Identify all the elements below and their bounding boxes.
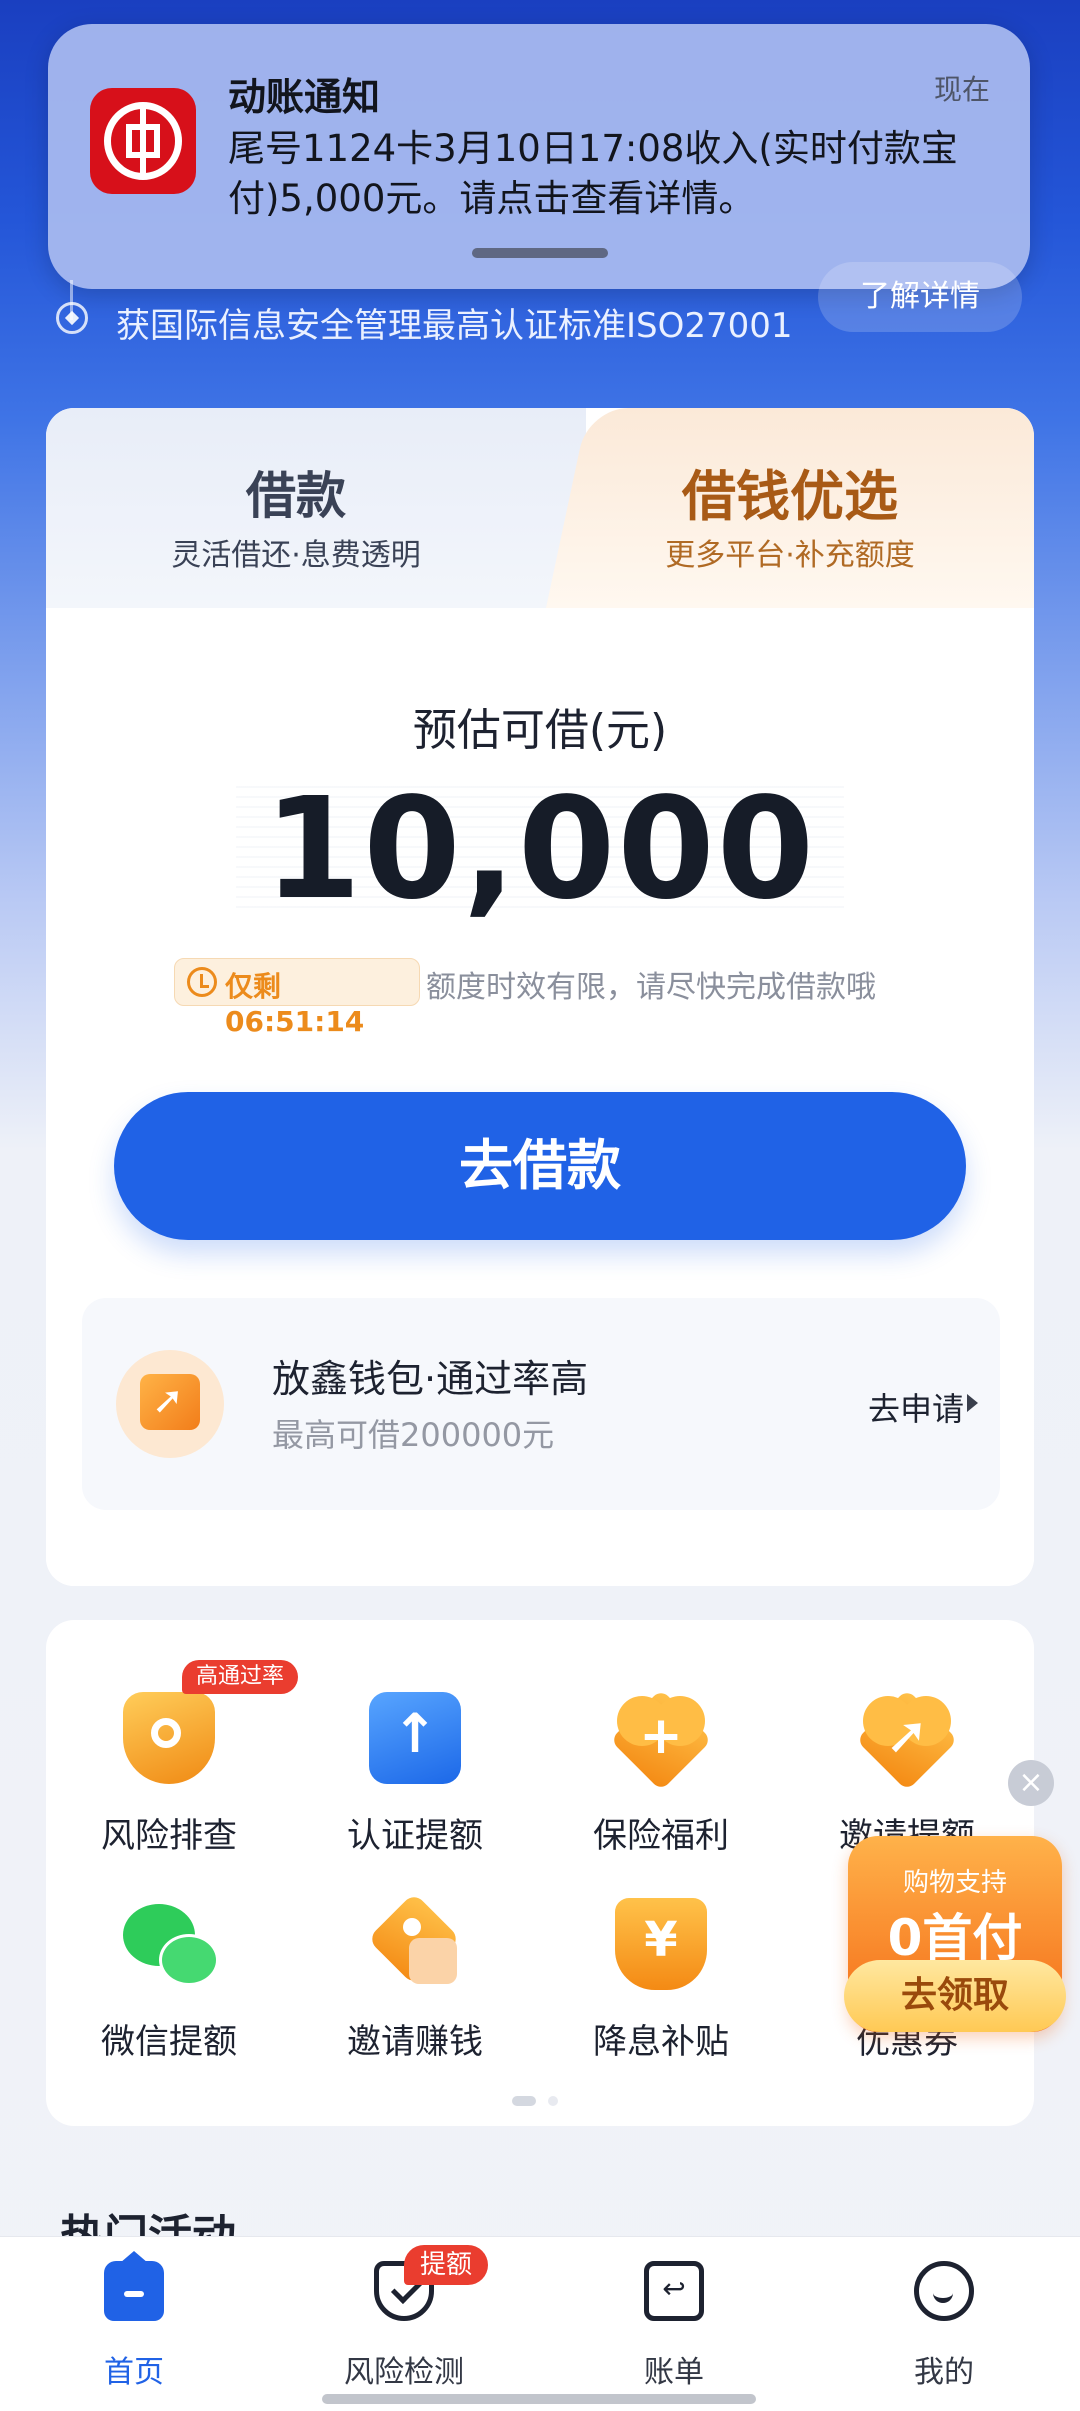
tab-loan-select-title: 借钱优选 — [682, 465, 898, 528]
loan-amount: 10,000 — [263, 768, 817, 931]
service-invite-earn[interactable]: 邀请赚钱 — [292, 1892, 538, 2063]
bank-logo-icon — [90, 88, 196, 194]
invite-tag-icon — [367, 1892, 461, 1990]
service-invite-limit[interactable]: ➚ 邀请提额 — [784, 1689, 1030, 1857]
profile-icon — [914, 2261, 974, 2321]
service-risk-check[interactable]: 风险排查 — [46, 1692, 292, 1857]
alarm-clock-icon — [187, 967, 217, 997]
notification-banner[interactable]: 动账通知 现在 尾号1124卡3月10日17:08收入(实时付款宝付)5,000… — [48, 24, 1030, 289]
promo-subtitle: 最高可借200000元 — [272, 1416, 555, 1454]
tab-loan-title: 借款 — [246, 467, 346, 525]
countdown-badge: 仅剩06:51:14 — [174, 958, 420, 1038]
security-text: 获国际信息安全管理最高认证标准ISO27001 — [116, 306, 793, 346]
nav-home[interactable]: 首页 — [34, 2261, 234, 2391]
apply-link[interactable]: 去申请 — [868, 1384, 964, 1430]
tab-loan-select-subtitle: 更多平台·补充额度 — [665, 538, 915, 573]
yuan-down-icon — [615, 1898, 707, 1990]
service-wechat-limit[interactable]: 微信提额 — [46, 1898, 292, 2063]
upload-arrow-icon — [369, 1692, 461, 1784]
home-indicator[interactable] — [322, 2394, 756, 2404]
nav-label: 我的 — [914, 2355, 974, 2390]
service-rate-subsidy[interactable]: 降息补贴 — [538, 1898, 784, 2063]
loan-card: 借款 灵活借还·息费透明 借钱优选 更多平台·补充额度 预估可借(元) 10,0… — [46, 408, 1034, 1586]
heart-arrow-icon: ➚ — [856, 1689, 958, 1791]
page-dot — [548, 2096, 558, 2106]
nav-bills[interactable]: 账单 — [574, 2261, 774, 2391]
shield-search-icon — [123, 1692, 215, 1784]
close-icon[interactable]: × — [1008, 1760, 1054, 1806]
security-icon — [56, 302, 88, 334]
notification-title: 动账通知 — [228, 75, 381, 119]
notification-handle[interactable] — [472, 248, 608, 258]
bill-icon — [644, 2261, 704, 2321]
bottom-nav: 首页 风险检测 提额 账单 我的 — [0, 2236, 1080, 2411]
nav-label: 账单 — [644, 2355, 704, 2390]
service-label: 邀请赚钱 — [347, 2022, 483, 2062]
service-verify-limit[interactable]: 认证提额 — [292, 1692, 538, 1857]
estimate-label: 预估可借(元) — [412, 705, 668, 756]
floating-promo-top: 购物支持 — [902, 1868, 1007, 1898]
service-label: 微信提额 — [101, 2022, 237, 2062]
countdown-text: 仅剩06:51:14 — [225, 970, 365, 1038]
heart-plus-icon: + — [610, 1689, 712, 1791]
service-label: 降息补贴 — [593, 2022, 729, 2062]
claim-button[interactable]: 去领取 — [844, 1960, 1066, 2032]
floating-promo[interactable]: 购物支持 0首付 去领取 — [844, 1836, 1066, 2032]
notification-time: 现在 — [933, 73, 990, 106]
wallet-arrow-icon — [116, 1350, 224, 1458]
notification-body: 尾号1124卡3月10日17:08收入(实时付款宝付)5,000元。请点击查看详… — [228, 127, 958, 220]
promo-title: 放鑫钱包·通过率高 — [272, 1357, 589, 1401]
wechat-icon — [123, 1898, 219, 1990]
high-pass-badge: 高通过率 — [182, 1660, 299, 1694]
nav-profile[interactable]: 我的 — [844, 2261, 1044, 2391]
service-label: 认证提额 — [347, 1816, 483, 1856]
service-insurance[interactable]: + 保险福利 — [538, 1689, 784, 1857]
borrow-button[interactable]: 去借款 — [114, 1092, 966, 1240]
nav-label: 首页 — [104, 2355, 164, 2390]
chevron-right-icon — [967, 1394, 978, 1412]
nav-label: 风险检测 — [344, 2355, 464, 2390]
countdown-description: 额度时效有限，请尽快完成借款哦 — [426, 970, 876, 1005]
home-icon — [104, 2261, 164, 2321]
learn-more-button[interactable]: 了解详情 — [818, 262, 1022, 332]
nav-badge: 提额 — [404, 2245, 489, 2285]
service-label: 保险福利 — [593, 1816, 729, 1856]
promo-banner[interactable]: 放鑫钱包·通过率高 最高可借200000元 去申请 — [82, 1298, 1000, 1510]
tab-loan-subtitle: 灵活借还·息费透明 — [171, 538, 421, 573]
page-dot-active — [512, 2096, 536, 2106]
service-label: 风险排查 — [101, 1816, 237, 1856]
